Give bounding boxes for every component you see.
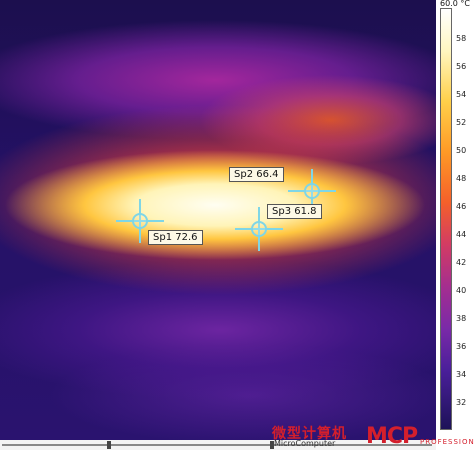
- color-scale-bar[interactable]: [440, 8, 452, 430]
- scale-tick: 32: [456, 398, 467, 407]
- slider-handle-left[interactable]: [107, 441, 111, 449]
- scale-tick: 38: [456, 314, 467, 323]
- watermark-mcp: MCP: [366, 424, 418, 449]
- spot-label-sp2: Sp2 66.4: [229, 167, 284, 182]
- temperature-scale: 60.0 °C 58 56 54 52 50 48 46 44 42 40 38…: [436, 0, 474, 440]
- scale-tick: 46: [456, 202, 467, 211]
- scale-tick: 42: [456, 258, 467, 267]
- scale-tick: 54: [456, 90, 467, 99]
- spot-label-sp3: Sp3 61.8: [267, 204, 322, 219]
- watermark-logo: 微型计算机 MicroComputer MCP PROFESSIONAL: [270, 423, 474, 450]
- scale-tick: 34: [456, 370, 467, 379]
- scale-tick: 52: [456, 118, 467, 127]
- scale-tick: 48: [456, 174, 467, 183]
- scale-tick: 40: [456, 286, 467, 295]
- spot-label-sp1: Sp1 72.6: [148, 230, 203, 245]
- watermark-professional: PROFESSIONAL: [420, 438, 474, 446]
- scale-tick: 56: [456, 62, 467, 71]
- scale-tick: 58: [456, 34, 467, 43]
- scale-tick: 50: [456, 146, 467, 155]
- thermal-image: Sp1 72.6 Sp2 66.4 Sp3 61.8: [0, 0, 436, 440]
- scale-max-label: 60.0 °C: [440, 0, 470, 8]
- scale-tick: 36: [456, 342, 467, 351]
- scale-tick: 44: [456, 230, 467, 239]
- watermark-english: MicroComputer: [274, 439, 336, 448]
